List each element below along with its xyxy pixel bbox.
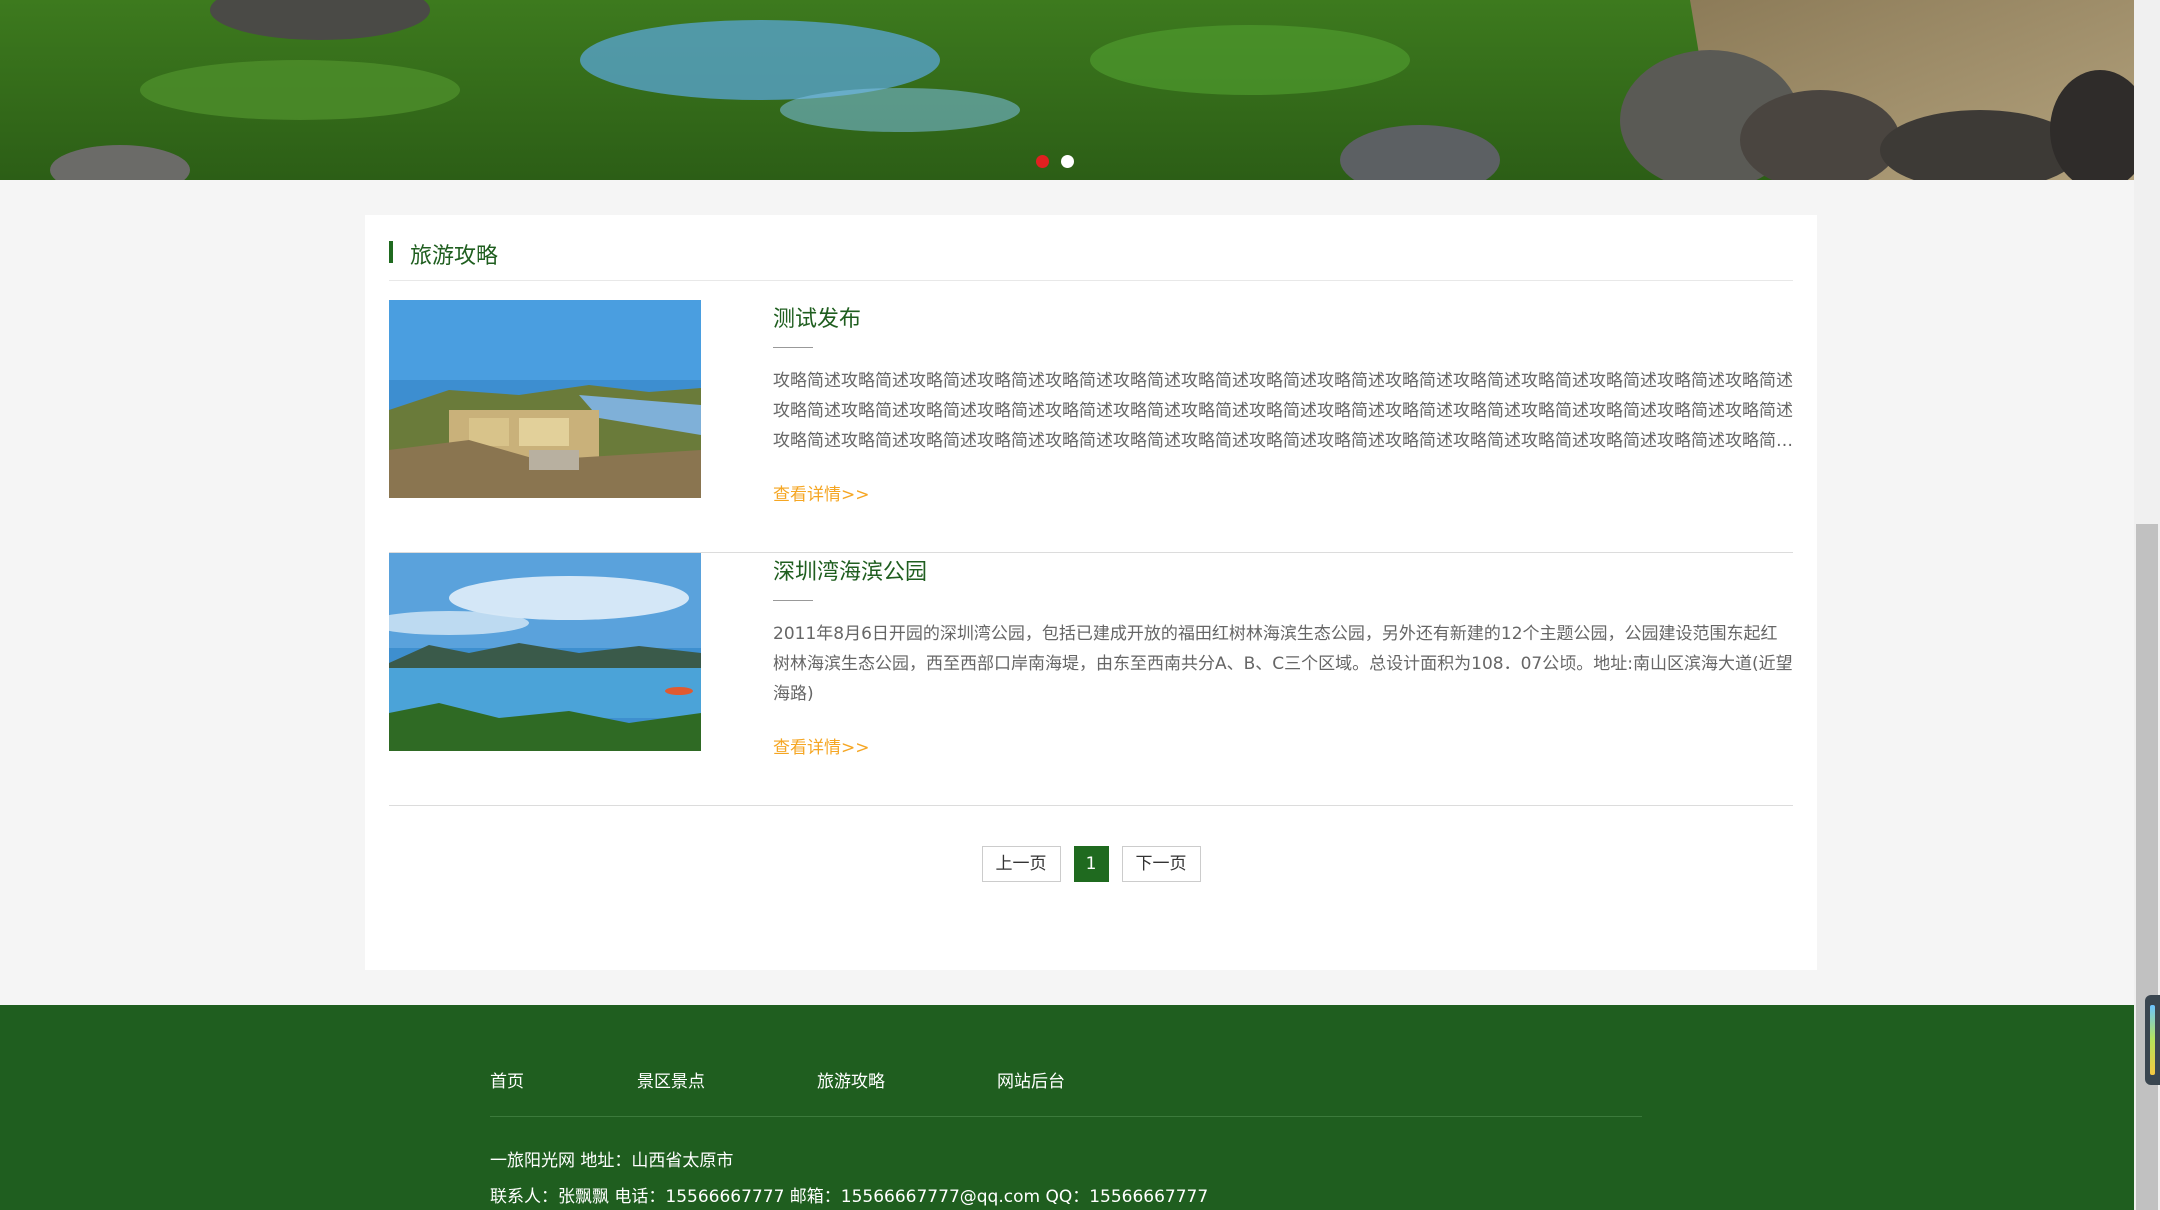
- footer-nav: 首页 景区景点 旅游攻略 网站后台: [490, 1067, 1642, 1117]
- article-title[interactable]: 深圳湾海滨公园: [773, 554, 927, 586]
- article-item: 深圳湾海滨公园 2011年8月6日开园的深圳湾公园，包括已建成开放的福田红树林海…: [389, 553, 1793, 806]
- footer-contact: 联系人：张飘飘 电话：15566667777 邮箱：15566667777@qq…: [490, 1187, 1209, 1207]
- next-page-button[interactable]: 下一页: [1121, 846, 1201, 882]
- guides-section: 旅游攻略 测试发布 攻略简述攻略简述攻略简述攻略简述攻略简述攻略简述攻略简述攻略…: [365, 215, 1817, 970]
- title-underline: [773, 347, 813, 348]
- footer-nav-admin[interactable]: 网站后台: [997, 1067, 1065, 1092]
- article-item: 测试发布 攻略简述攻略简述攻略简述攻略简述攻略简述攻略简述攻略简述攻略简述攻略简…: [389, 300, 1793, 553]
- prev-page-button[interactable]: 上一页: [981, 846, 1061, 882]
- title-underline: [773, 600, 813, 601]
- section-header: 旅游攻略: [389, 239, 1793, 281]
- carousel-dot-1[interactable]: [1036, 155, 1049, 168]
- carousel-dot-2[interactable]: [1061, 155, 1074, 168]
- article-thumbnail[interactable]: [389, 300, 701, 498]
- pagination: 上一页 1 下一页: [365, 846, 1817, 882]
- carousel-indicators: [1036, 155, 1074, 168]
- section-title-marker: [389, 241, 393, 263]
- footer-nav-home[interactable]: 首页: [490, 1067, 524, 1092]
- article-thumbnail[interactable]: [389, 553, 701, 751]
- footer-address: 一旅阳光网 地址：山西省太原市: [490, 1151, 734, 1171]
- footer-nav-scenic-spots[interactable]: 景区景点: [637, 1067, 705, 1092]
- article-image: [389, 300, 701, 498]
- hero-banner[interactable]: [0, 0, 2134, 180]
- side-widget[interactable]: [2145, 995, 2160, 1085]
- section-title: 旅游攻略: [410, 244, 499, 269]
- site-footer: 首页 景区景点 旅游攻略 网站后台 一旅阳光网 地址：山西省太原市 联系人：张飘…: [0, 1005, 2134, 1210]
- view-details-link[interactable]: 查看详情>>: [773, 733, 870, 758]
- article-title[interactable]: 测试发布: [773, 301, 861, 333]
- current-page-number[interactable]: 1: [1073, 846, 1109, 882]
- article-description: 攻略简述攻略简述攻略简述攻略简述攻略简述攻略简述攻略简述攻略简述攻略简述攻略简述…: [773, 371, 1793, 451]
- side-widget-meter: [2150, 1005, 2155, 1075]
- banner-image: [0, 0, 2134, 180]
- view-details-link[interactable]: 查看详情>>: [773, 480, 870, 505]
- article-description: 2011年8月6日开园的深圳湾公园，包括已建成开放的福田红树林海滨生态公园，另外…: [773, 624, 1793, 704]
- scrollbar-thumb[interactable]: [2136, 524, 2158, 1210]
- footer-nav-travel-guides[interactable]: 旅游攻略: [817, 1067, 885, 1092]
- article-image: [389, 553, 701, 751]
